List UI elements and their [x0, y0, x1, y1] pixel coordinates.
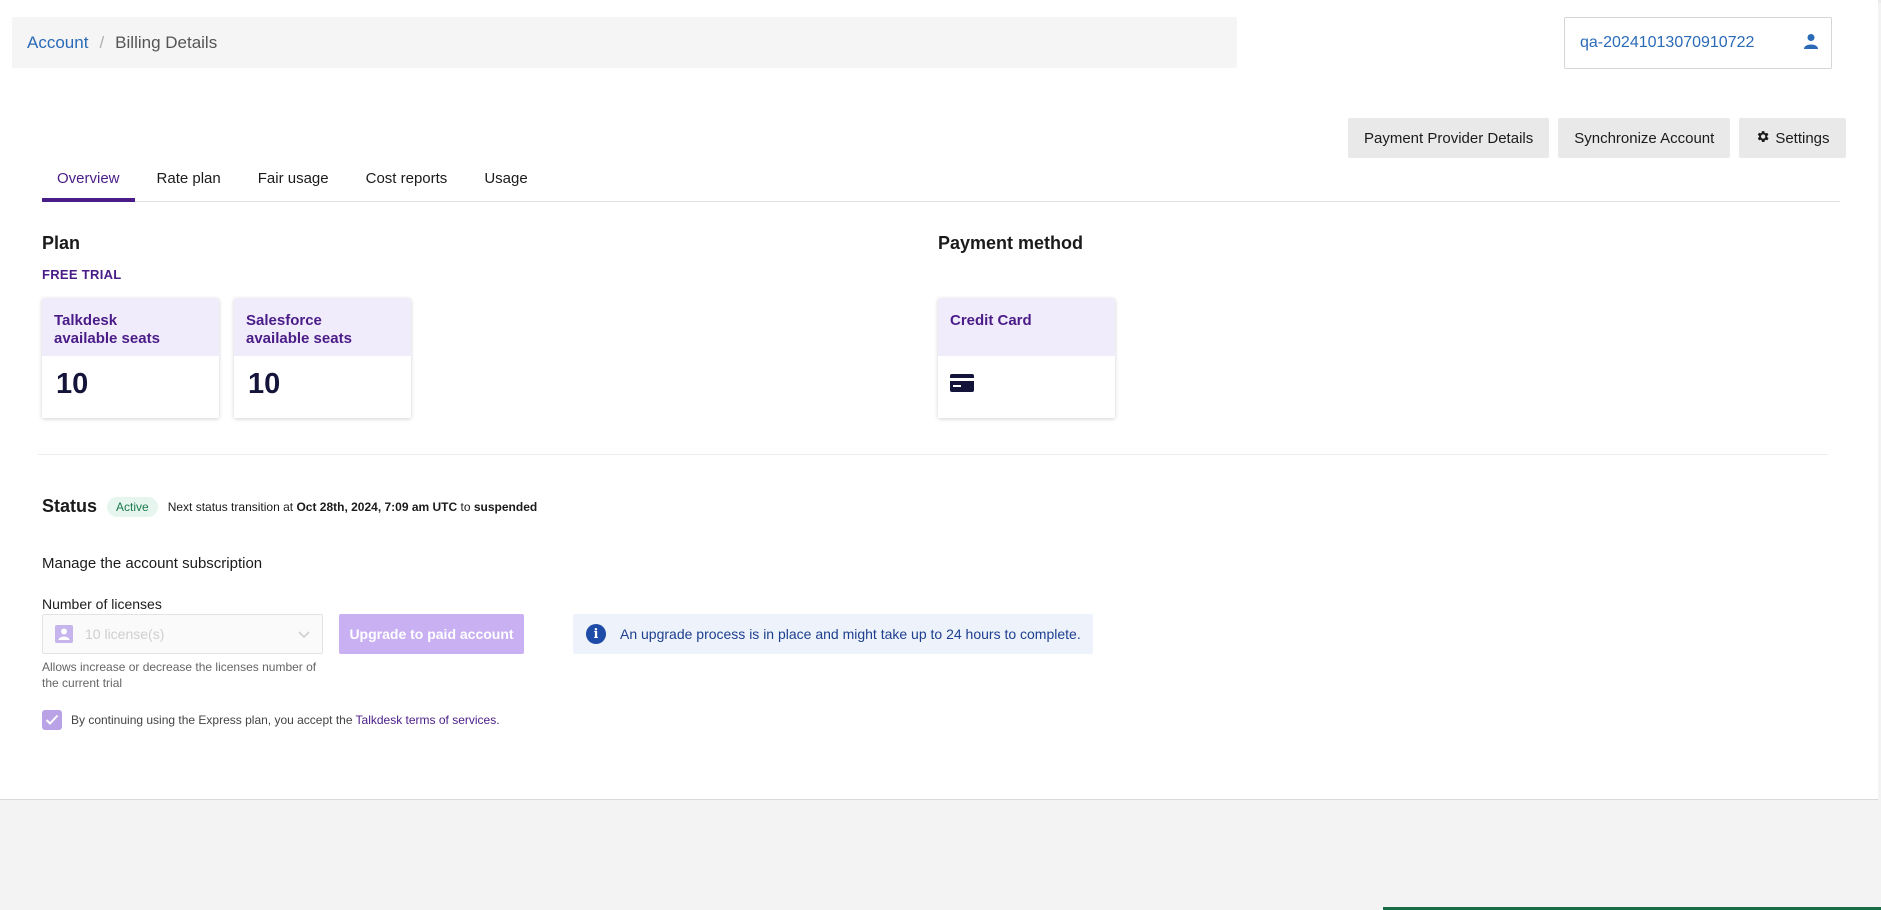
status-date: Oct 28th, 2024, 7:09 am UTC [296, 499, 458, 514]
settings-label: Settings [1775, 129, 1830, 147]
status-text-mid: to [460, 499, 471, 514]
info-icon: i [586, 624, 606, 644]
tab-usage[interactable]: Usage [469, 160, 542, 202]
card-header: Salesforce available seats [234, 298, 411, 356]
card-title-line1: Salesforce [246, 312, 322, 329]
card-value: 10 [248, 368, 281, 400]
card-header: Talkdesk available seats [42, 298, 219, 356]
breadcrumb-current: Billing Details [115, 32, 218, 52]
synchronize-account-button[interactable]: Synchronize Account [1558, 118, 1731, 158]
salesforce-seats-card: Salesforce available seats 10 [234, 298, 411, 418]
breadcrumb-separator: / [99, 32, 105, 52]
licenses-value: 10 license(s) [85, 626, 165, 642]
status-text-prefix: Next status transition at [167, 499, 294, 514]
licenses-label: Number of licenses [42, 596, 162, 612]
section-divider [38, 454, 1828, 455]
tab-fair-usage[interactable]: Fair usage [243, 160, 344, 202]
account-selector[interactable]: qa-20241013070910722 [1564, 17, 1832, 69]
tab-rate-plan[interactable]: Rate plan [142, 160, 236, 202]
plan-type: FREE TRIAL [42, 267, 122, 282]
payment-provider-details-label: Payment Provider Details [1364, 129, 1534, 147]
card-title: Credit Card [950, 312, 1032, 329]
payment-provider-details-button[interactable]: Payment Provider Details [1348, 118, 1550, 158]
talkdesk-seats-card: Talkdesk available seats 10 [42, 298, 219, 418]
gear-icon [1755, 129, 1770, 148]
person-icon [55, 625, 73, 643]
terms-checkbox[interactable] [42, 710, 62, 730]
breadcrumb: Account / Billing Details [12, 17, 1237, 68]
card-header: Credit Card [938, 298, 1115, 356]
licenses-select[interactable]: 10 license(s) [42, 614, 323, 654]
plan-title: Plan [42, 233, 81, 253]
synchronize-account-label: Synchronize Account [1574, 129, 1715, 147]
user-icon [1803, 33, 1819, 54]
terms-link[interactable]: Talkdesk terms of services. [356, 713, 500, 727]
manage-subscription-label: Manage the account subscription [42, 555, 263, 572]
credit-card-card: Credit Card [938, 298, 1115, 418]
upgrade-info-banner: i An upgrade process is in place and mig… [573, 614, 1093, 654]
tab-bar: Overview Rate plan Fair usage Cost repor… [42, 160, 1840, 202]
terms-row: By continuing using the Express plan, yo… [42, 710, 500, 730]
billing-page: Account / Billing Details qa-20241013070… [0, 0, 1878, 800]
status-title: Status [42, 496, 98, 516]
credit-card-icon [938, 356, 1115, 397]
licenses-help-text: Allows increase or decrease the licenses… [42, 660, 317, 690]
card-title-line1: Talkdesk [54, 312, 118, 329]
action-toolbar: Payment Provider Details Synchronize Acc… [1348, 118, 1846, 158]
status-next-state: suspended [473, 499, 538, 514]
breadcrumb-account-link[interactable]: Account [27, 33, 88, 53]
chevron-down-icon [298, 626, 310, 642]
tab-overview[interactable]: Overview [42, 160, 135, 202]
status-row: Status Active Next status transition at … [42, 496, 537, 517]
tab-cost-reports[interactable]: Cost reports [351, 160, 463, 202]
card-value: 10 [56, 368, 89, 400]
checkmark-icon [45, 714, 59, 725]
card-title-line2: available seats [54, 330, 160, 347]
status-badge: Active [107, 496, 158, 517]
card-title-line2: available seats [246, 330, 352, 347]
upgrade-to-paid-button[interactable]: Upgrade to paid account [339, 614, 524, 654]
settings-button[interactable]: Settings [1739, 118, 1846, 158]
status-transition-text: Next status transition at Oct 28th, 2024… [168, 500, 538, 514]
account-name: qa-20241013070910722 [1580, 34, 1755, 51]
info-text: An upgrade process is in place and might… [620, 626, 1081, 642]
payment-method-title: Payment method [938, 233, 1084, 253]
terms-text: By continuing using the Express plan, yo… [71, 713, 353, 727]
